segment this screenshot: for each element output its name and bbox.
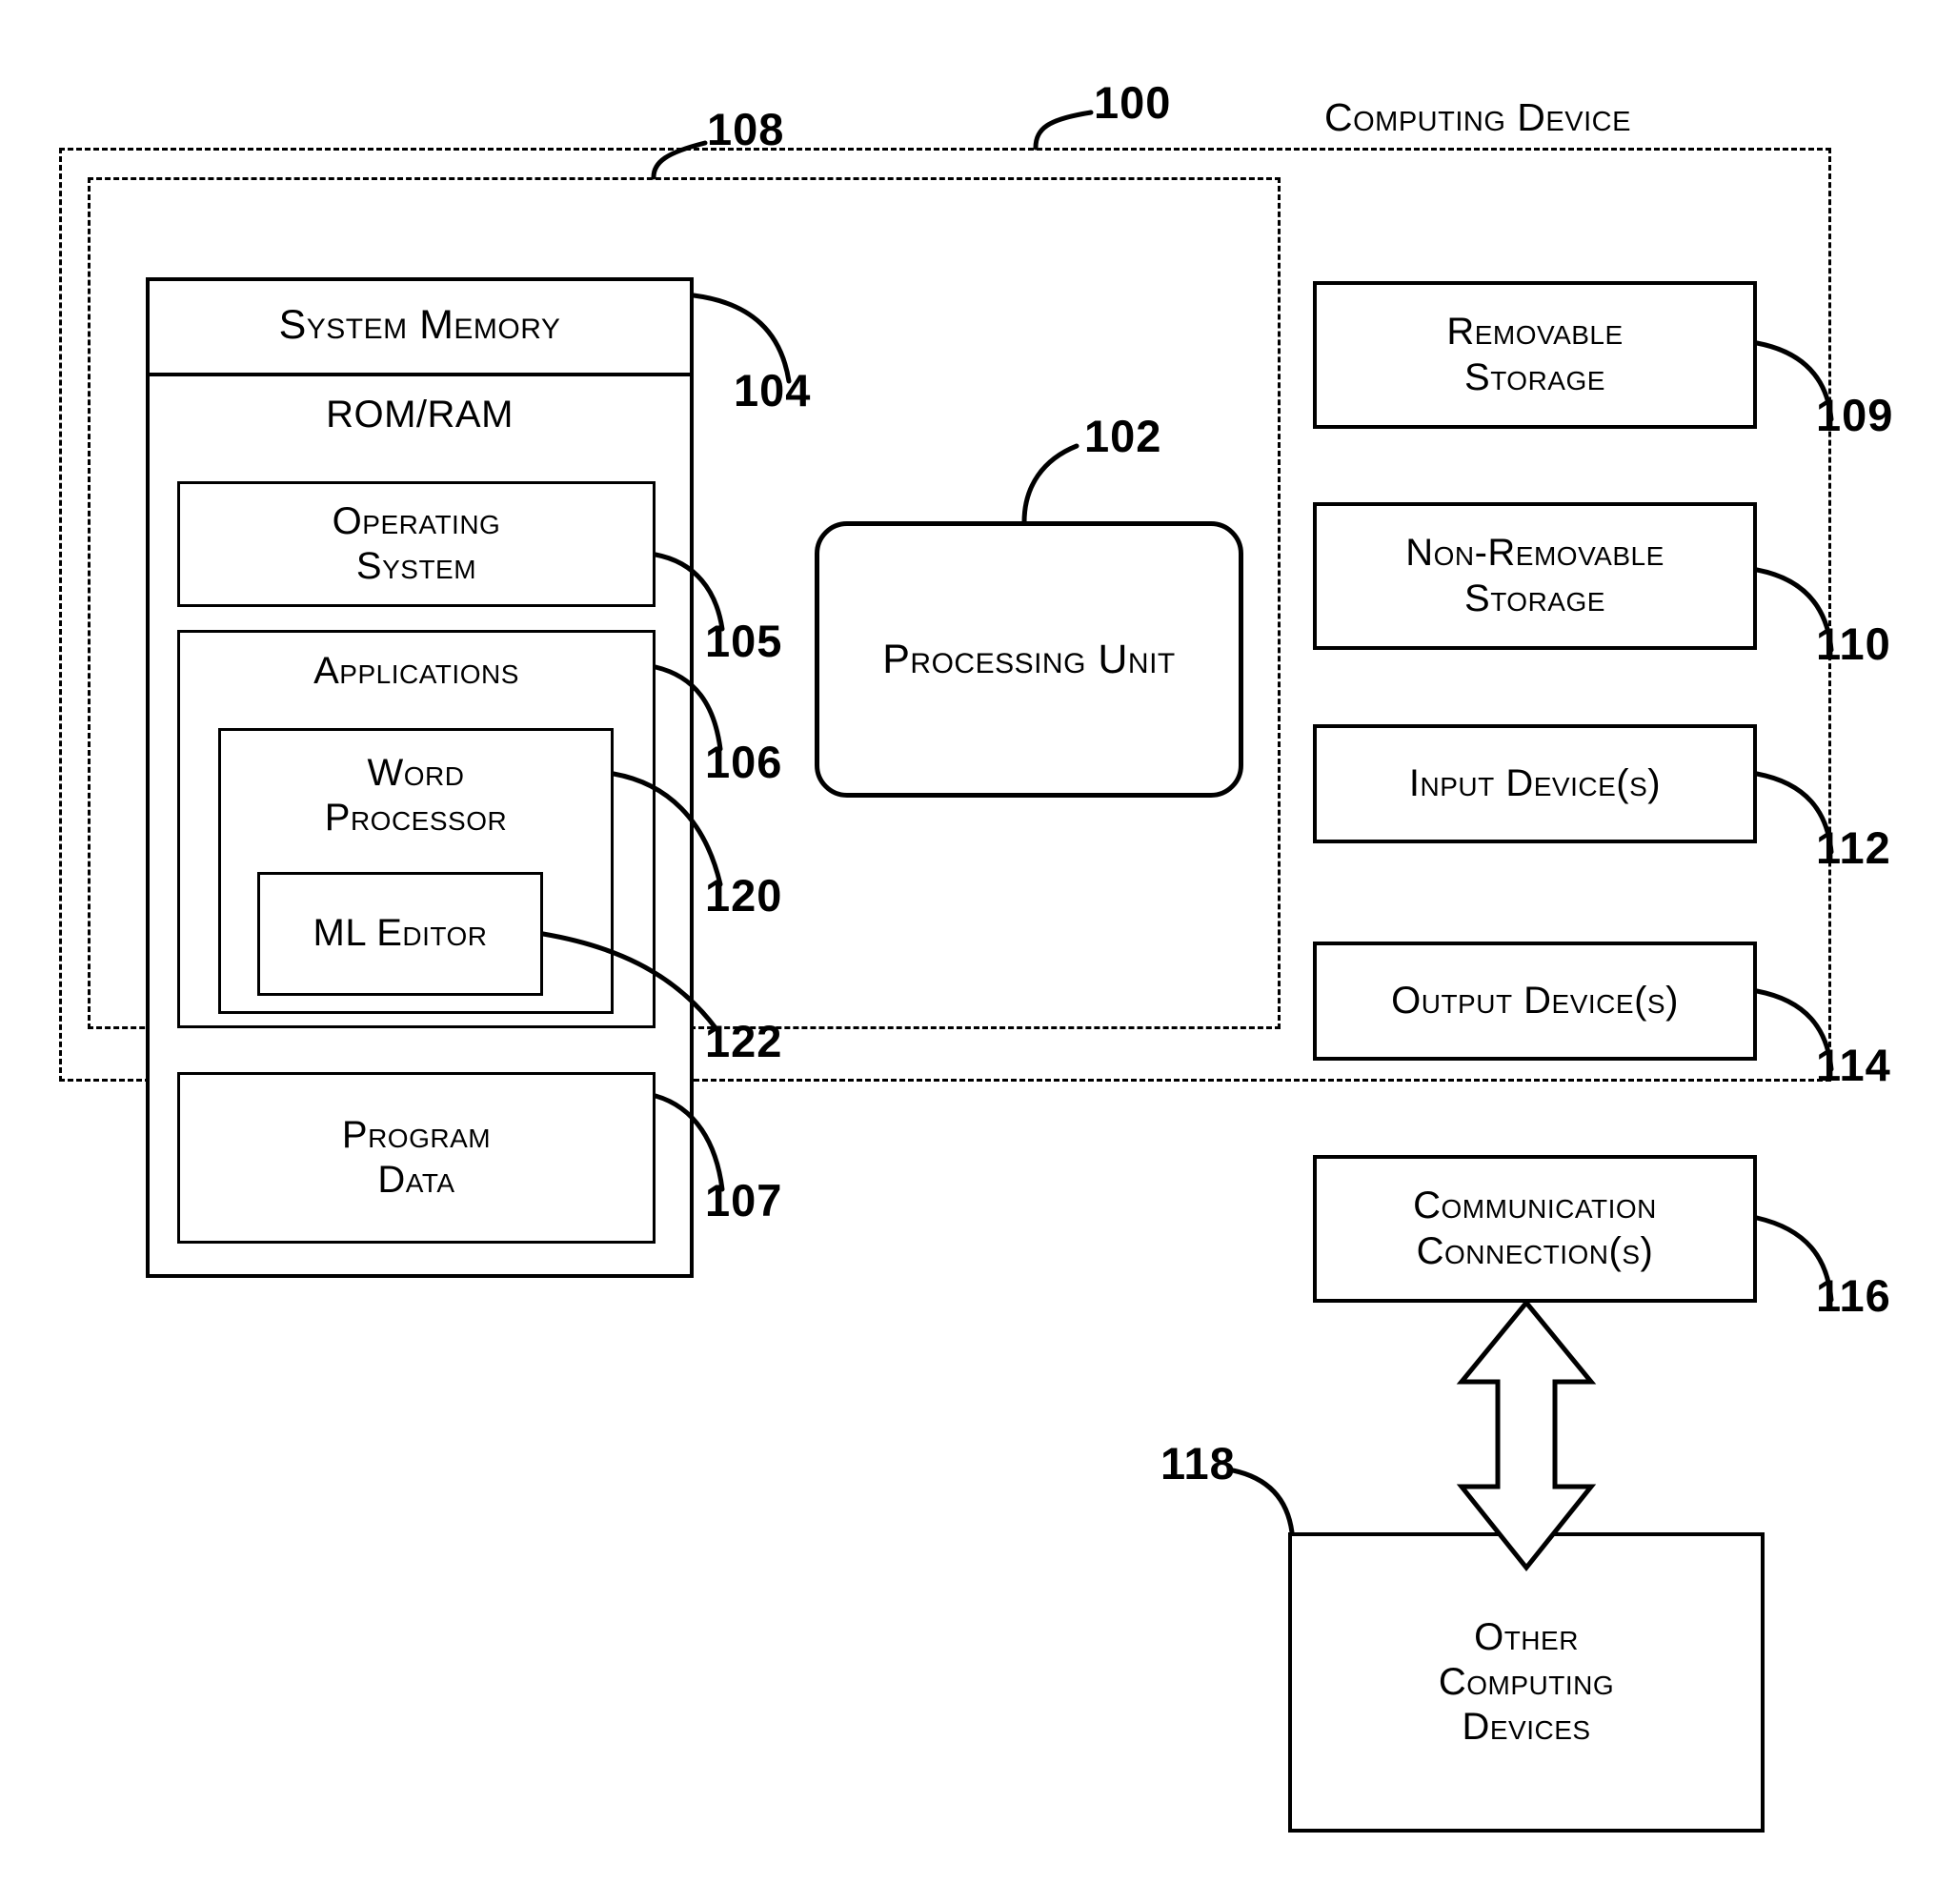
refnum-120: 120 bbox=[705, 870, 783, 921]
refnum-112: 112 bbox=[1816, 822, 1891, 873]
refnum-104: 104 bbox=[734, 365, 812, 415]
communication-connections-box bbox=[1313, 1155, 1757, 1303]
refnum-105: 105 bbox=[705, 616, 783, 666]
system-memory-divider bbox=[146, 373, 694, 376]
patent-figure-computing-device: Computing Device System Memory ROM/RAM O… bbox=[0, 0, 1957, 1904]
refnum-108: 108 bbox=[707, 104, 785, 154]
ml-editor-box bbox=[257, 872, 543, 996]
refnum-107: 107 bbox=[705, 1175, 783, 1225]
processing-unit-box bbox=[815, 521, 1243, 798]
non-removable-storage-box bbox=[1313, 502, 1757, 650]
program-data-box bbox=[177, 1072, 656, 1244]
refnum-122: 122 bbox=[705, 1016, 783, 1066]
output-devices-box bbox=[1313, 942, 1757, 1061]
leader-100 bbox=[1033, 110, 1094, 151]
refnum-109: 109 bbox=[1816, 390, 1894, 440]
input-devices-box bbox=[1313, 724, 1757, 843]
refnum-114: 114 bbox=[1816, 1040, 1891, 1090]
leader-118 bbox=[1230, 1468, 1295, 1535]
refnum-116: 116 bbox=[1816, 1270, 1891, 1321]
refnum-102: 102 bbox=[1084, 411, 1162, 461]
refnum-118: 118 bbox=[1160, 1438, 1236, 1489]
refnum-100: 100 bbox=[1094, 77, 1172, 128]
refnum-106: 106 bbox=[705, 737, 783, 787]
removable-storage-box bbox=[1313, 281, 1757, 429]
page-title: Computing Device bbox=[1324, 95, 1631, 139]
bidirectional-arrow bbox=[1456, 1299, 1597, 1572]
operating-system-box bbox=[177, 481, 656, 607]
refnum-110: 110 bbox=[1816, 618, 1891, 669]
other-computing-devices-box bbox=[1288, 1532, 1765, 1833]
